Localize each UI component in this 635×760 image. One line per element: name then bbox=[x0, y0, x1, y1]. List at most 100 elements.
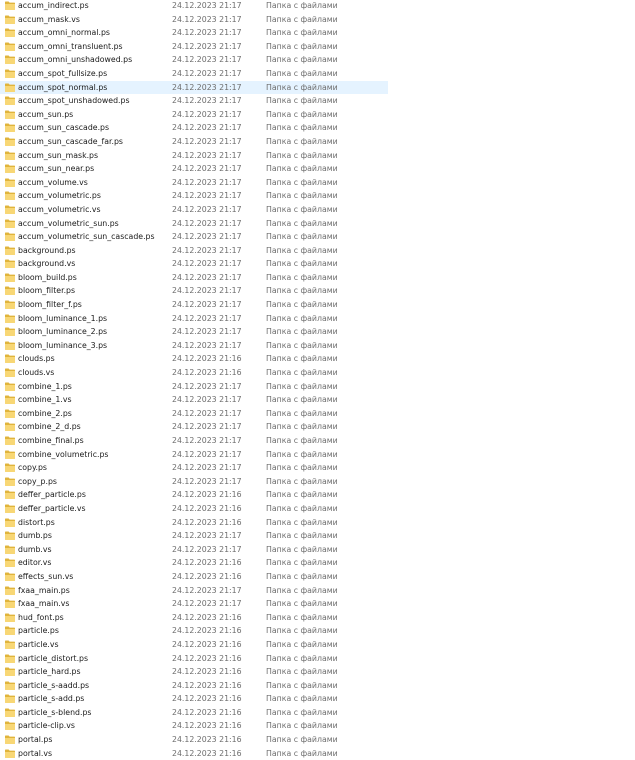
file-row[interactable]: particle_hard.ps 24.12.2023 21:16 Папка с … bbox=[0, 665, 635, 679]
file-type: Папка с файлами bbox=[266, 191, 338, 201]
file-row[interactable]: accum_volumetric_sun.ps 24.12.2023 21:17 П… bbox=[0, 217, 635, 231]
file-row[interactable]: bloom_luminance_3.ps 24.12.2023 21:17 Папк… bbox=[0, 339, 635, 353]
file-type: Папка с файлами bbox=[266, 286, 338, 296]
file-type: Папка с файлами bbox=[266, 680, 338, 690]
file-type: Папка с файлами bbox=[266, 531, 338, 541]
file-row[interactable]: accum_omni_unshadowed.ps 24.12.2023 21:17… bbox=[0, 53, 635, 67]
file-row[interactable]: accum_omni_transluent.ps 24.12.2023 21:17… bbox=[0, 40, 635, 54]
file-modified-date: 24.12.2023 21:17 bbox=[172, 327, 242, 337]
file-row[interactable]: fxaa_main.ps 24.12.2023 21:17 Папка с файл… bbox=[0, 584, 635, 598]
file-row[interactable]: accum_spot_fullsize.ps 24.12.2023 21:17 Па… bbox=[0, 67, 635, 81]
file-row[interactable]: bloom_luminance_2.ps 24.12.2023 21:17 Папк… bbox=[0, 325, 635, 339]
folder-icon bbox=[5, 504, 15, 513]
file-name: background.ps bbox=[18, 245, 76, 255]
file-row[interactable]: particle.ps 24.12.2023 21:16 Папка с файла… bbox=[0, 624, 635, 638]
file-modified-date: 24.12.2023 21:16 bbox=[172, 354, 242, 364]
file-row[interactable]: accum_volumetric_sun_cascade.ps 24.12.202… bbox=[0, 230, 635, 244]
file-modified-date: 24.12.2023 21:16 bbox=[172, 748, 242, 758]
file-modified-date: 24.12.2023 21:17 bbox=[172, 232, 242, 242]
file-row[interactable]: combine_volumetric.ps 24.12.2023 21:17 Пап… bbox=[0, 448, 635, 462]
file-type: Папка с файлами bbox=[266, 503, 338, 513]
file-type: Папка с файлами bbox=[266, 463, 338, 473]
file-row[interactable]: accum_volumetric.ps 24.12.2023 21:17 Папка… bbox=[0, 189, 635, 203]
file-row[interactable]: accum_spot_unshadowed.ps 24.12.2023 21:17… bbox=[0, 94, 635, 108]
file-row[interactable]: bloom_build.ps 24.12.2023 21:17 Папка с фа… bbox=[0, 271, 635, 285]
file-row[interactable]: accum_mask.vs 24.12.2023 21:17 Папка с фай… bbox=[0, 13, 635, 27]
file-row[interactable]: combine_1.vs 24.12.2023 21:17 Папка с файл… bbox=[0, 393, 635, 407]
file-row[interactable]: accum_omni_normal.ps 24.12.2023 21:17 Папк… bbox=[0, 26, 635, 40]
file-row[interactable]: bloom_filter.ps 24.12.2023 21:17 Папка с ф… bbox=[0, 284, 635, 298]
file-row[interactable]: clouds.vs 24.12.2023 21:16 Папка с файлами bbox=[0, 366, 635, 380]
file-row[interactable]: background.vs 24.12.2023 21:17 Папка с фай… bbox=[0, 257, 635, 271]
file-row[interactable]: portal.ps 24.12.2023 21:16 Папка с файлами bbox=[0, 733, 635, 747]
file-row[interactable]: particle-clip.vs 24.12.2023 21:16 Папка с … bbox=[0, 719, 635, 733]
file-row[interactable]: copy.ps 24.12.2023 21:17 Папка с файлами bbox=[0, 461, 635, 475]
file-name: accum_omni_transluent.ps bbox=[18, 41, 123, 51]
file-row[interactable]: clouds.ps 24.12.2023 21:16 Папка с файлами bbox=[0, 352, 635, 366]
file-row[interactable]: accum_sun.ps 24.12.2023 21:17 Папка с файл… bbox=[0, 108, 635, 122]
file-row[interactable]: particle_s-blend.ps 24.12.2023 21:16 Папка… bbox=[0, 706, 635, 720]
file-row[interactable]: accum_sun_near.ps 24.12.2023 21:17 Папка с… bbox=[0, 162, 635, 176]
folder-icon bbox=[5, 327, 15, 337]
file-row[interactable]: accum_sun_mask.ps 24.12.2023 21:17 Папка с… bbox=[0, 149, 635, 163]
file-row[interactable]: particle_s-add.ps 24.12.2023 21:16 Папка с… bbox=[0, 692, 635, 706]
file-row[interactable]: deffer_particle.ps 24.12.2023 21:16 Папка … bbox=[0, 488, 635, 502]
file-row[interactable]: accum_spot_normal.ps 24.12.2023 21:17 Папк… bbox=[0, 80, 635, 95]
file-modified-date: 24.12.2023 21:16 bbox=[172, 721, 242, 731]
file-row[interactable]: accum_volumetric.vs 24.12.2023 21:17 Папка… bbox=[0, 203, 635, 217]
file-row[interactable]: accum_volume.vs 24.12.2023 21:17 Папка с ф… bbox=[0, 176, 635, 190]
folder-icon bbox=[5, 151, 15, 160]
file-type: Папка с файлами bbox=[266, 177, 338, 187]
folder-icon bbox=[5, 246, 15, 255]
file-row[interactable]: particle_distort.ps 24.12.2023 21:16 Папка… bbox=[0, 652, 635, 666]
file-name: particle_s-blend.ps bbox=[18, 707, 92, 717]
file-row[interactable]: copy_p.ps 24.12.2023 21:17 Папка с файлами bbox=[0, 475, 635, 489]
file-row[interactable]: hud_font.ps 24.12.2023 21:16 Папка с файла… bbox=[0, 611, 635, 625]
file-row[interactable]: dumb.vs 24.12.2023 21:17 Папка с файлами bbox=[0, 543, 635, 557]
file-row[interactable]: combine_2_d.ps 24.12.2023 21:17 Папка с фа… bbox=[0, 420, 635, 434]
file-row[interactable]: distort.ps 24.12.2023 21:16 Папка с файлам… bbox=[0, 516, 635, 530]
file-modified-date: 24.12.2023 21:16 bbox=[172, 667, 242, 677]
file-type: Папка с файлами bbox=[266, 109, 338, 119]
file-row[interactable]: particle.vs 24.12.2023 21:16 Папка с файла… bbox=[0, 638, 635, 652]
file-name: accum_sun.ps bbox=[18, 109, 74, 119]
folder-icon bbox=[5, 477, 15, 486]
file-row[interactable]: portal.vs 24.12.2023 21:16 Папка с файлами bbox=[0, 747, 635, 760]
file-row[interactable]: combine_1.ps 24.12.2023 21:17 Папка с файл… bbox=[0, 380, 635, 394]
file-row[interactable]: editor.vs 24.12.2023 21:16 Папка с файлами bbox=[0, 556, 635, 570]
folder-icon bbox=[5, 69, 15, 78]
file-row[interactable]: background.ps 24.12.2023 21:17 Папка с фай… bbox=[0, 244, 635, 258]
file-row[interactable]: dumb.ps 24.12.2023 21:17 Папка с файлами bbox=[0, 529, 635, 543]
folder-icon bbox=[5, 749, 15, 758]
folder-icon bbox=[5, 518, 15, 527]
file-row[interactable]: fxaa_main.vs 24.12.2023 21:17 Папка с файл… bbox=[0, 597, 635, 611]
file-modified-date: 24.12.2023 21:17 bbox=[172, 408, 242, 418]
file-name: accum_sun_near.ps bbox=[18, 164, 95, 174]
file-name: accum_indirect.ps bbox=[18, 1, 89, 10]
file-modified-date: 24.12.2023 21:17 bbox=[172, 463, 242, 473]
file-row[interactable]: effects_sun.vs 24.12.2023 21:16 Папка с фа… bbox=[0, 570, 635, 584]
file-modified-date: 24.12.2023 21:17 bbox=[172, 150, 242, 160]
file-type: Папка с файлами bbox=[266, 164, 338, 174]
file-modified-date: 24.12.2023 21:17 bbox=[172, 245, 242, 255]
folder-icon bbox=[5, 382, 15, 391]
file-row[interactable]: bloom_luminance_1.ps 24.12.2023 21:17 Папк… bbox=[0, 312, 635, 326]
file-row[interactable]: deffer_particle.vs 24.12.2023 21:16 Папка … bbox=[0, 502, 635, 516]
file-name: bloom_luminance_3.ps bbox=[18, 340, 108, 350]
file-modified-date: 24.12.2023 21:17 bbox=[172, 422, 242, 432]
file-row[interactable]: combine_final.ps 24.12.2023 21:17 Папка с … bbox=[0, 434, 635, 448]
file-type: Папка с файлами bbox=[266, 204, 338, 214]
file-name: bloom_build.ps bbox=[18, 272, 77, 282]
file-row[interactable]: accum_sun_cascade.ps 24.12.2023 21:17 Папк… bbox=[0, 121, 635, 135]
file-row[interactable]: bloom_filter_f.ps 24.12.2023 21:17 Папка с… bbox=[0, 298, 635, 312]
folder-icon bbox=[5, 667, 15, 677]
folder-icon bbox=[5, 110, 15, 119]
file-row[interactable]: accum_sun_cascade_far.ps 24.12.2023 21:17… bbox=[0, 135, 635, 149]
file-row[interactable]: combine_2.ps 24.12.2023 21:17 Папка с файл… bbox=[0, 407, 635, 421]
file-row[interactable]: accum_indirect.ps 24.12.2023 21:17 Папка с… bbox=[0, 0, 635, 13]
file-modified-date: 24.12.2023 21:17 bbox=[172, 177, 242, 187]
file-name: fxaa_main.ps bbox=[18, 585, 70, 595]
file-row[interactable]: particle_s-aadd.ps 24.12.2023 21:16 Папка … bbox=[0, 679, 635, 693]
file-name: background.vs bbox=[18, 259, 76, 269]
file-name: clouds.ps bbox=[18, 354, 55, 364]
